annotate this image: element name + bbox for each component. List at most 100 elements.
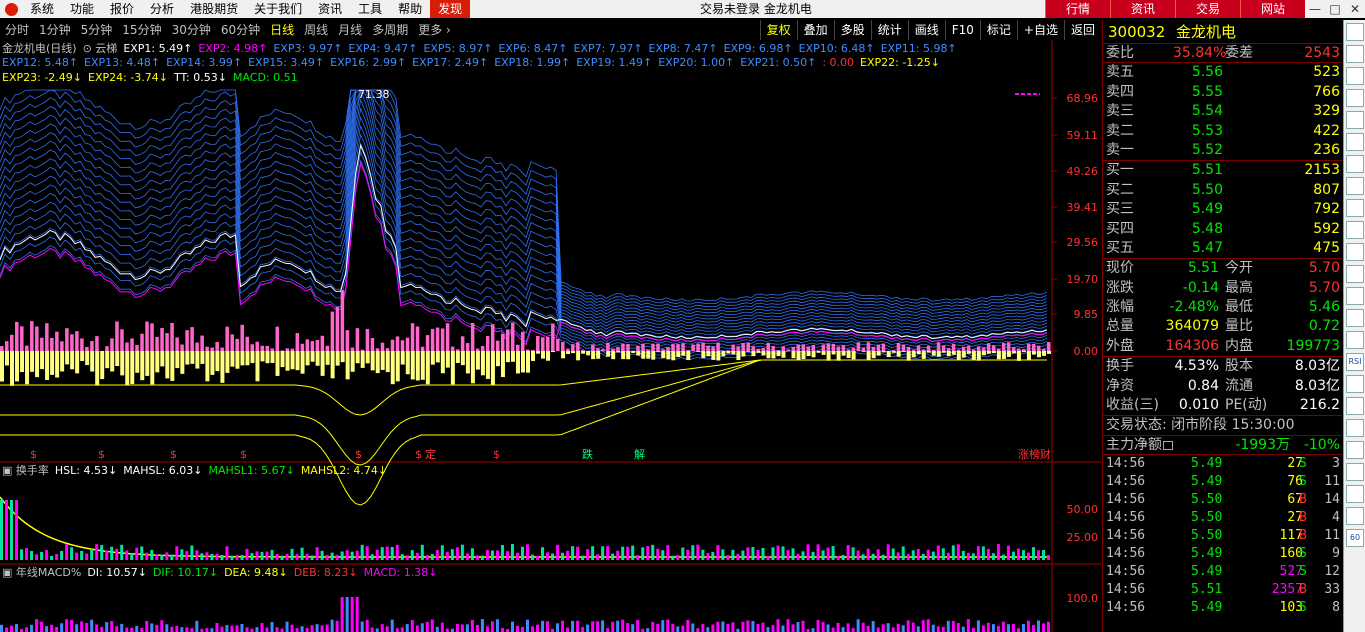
menu-item-1[interactable]: 功能 [62, 0, 102, 18]
indicator-sub-name: ⊙ 云梯 [82, 42, 118, 55]
top-button-0[interactable]: 行情 [1045, 0, 1110, 18]
side-tool-icon-22[interactable] [1346, 507, 1364, 525]
histogram-bar [676, 351, 681, 358]
period-tab-7[interactable]: 周线 [299, 20, 333, 40]
bid-row[interactable]: 买三 5.49 792 [1103, 200, 1342, 219]
side-tool-icon-16[interactable] [1346, 375, 1364, 393]
ask-row[interactable]: 卖五 5.56 523 [1103, 63, 1342, 82]
side-tool-icon-13[interactable] [1346, 309, 1364, 327]
top-button-3[interactable]: 网站 [1240, 0, 1305, 18]
event-marker[interactable]: $ [170, 448, 177, 461]
event-marker[interactable]: 定 [425, 447, 436, 461]
flow-detail-icon[interactable] [1163, 440, 1173, 450]
period-tab-6[interactable]: 日线 [265, 20, 299, 40]
minimize-icon[interactable]: — [1305, 0, 1325, 18]
period-tab-2[interactable]: 5分钟 [76, 20, 118, 40]
side-tool-icon-10[interactable] [1346, 243, 1364, 261]
side-tool-icon-2[interactable] [1346, 67, 1364, 85]
bid-row[interactable]: 买一 5.51 2153 [1103, 161, 1342, 180]
tick-direction: S [1299, 564, 1307, 580]
event-marker[interactable]: $ [98, 448, 105, 461]
main-flow-row[interactable]: 主力净额 -1993万 -10% [1103, 436, 1342, 456]
side-tool-icon-3[interactable] [1346, 89, 1364, 107]
kline-chart-svg[interactable]: 68.96 59.11 49.26 39.41 29.56 19.70 9.85 0.00 50… [0, 40, 1101, 632]
event-marker[interactable]: 涨榜财 [1018, 447, 1051, 461]
side-tool-icon-8[interactable] [1346, 199, 1364, 217]
top-button-1[interactable]: 资讯 [1110, 0, 1175, 18]
side-tool-icon-17[interactable] [1346, 397, 1364, 415]
bid-row[interactable]: 买二 5.50 807 [1103, 181, 1342, 200]
chart-tool-0[interactable]: 复权 [759, 20, 797, 40]
side-tool-icon-12[interactable] [1346, 287, 1364, 305]
side-tool-icon-14[interactable] [1346, 331, 1364, 349]
maximize-icon[interactable]: □ [1325, 0, 1345, 18]
side-tool-icon-18[interactable] [1346, 419, 1364, 437]
side-tool-icon-4[interactable] [1346, 111, 1364, 129]
event-marker[interactable]: $ [30, 448, 37, 461]
menu-item-8[interactable]: 帮助 [390, 0, 430, 18]
side-tool-icon-20[interactable] [1346, 463, 1364, 481]
bid-row[interactable]: 买四 5.48 592 [1103, 220, 1342, 239]
side-tool-icon-15[interactable]: RSI [1346, 353, 1364, 371]
tick-list[interactable]: 14:56 5.49 27 S 3 14:56 5.49 76 S 11 14:56 5.50 67 B 1… [1103, 455, 1342, 617]
macd-bar [385, 626, 389, 632]
side-tool-icon-1[interactable] [1346, 45, 1364, 63]
side-tool-icon-21[interactable] [1346, 485, 1364, 503]
menu-item-0[interactable]: 系统 [22, 0, 62, 18]
event-marker[interactable]: $ [240, 448, 247, 461]
chart-tool-4[interactable]: 画线 [907, 20, 945, 40]
menu-item-4[interactable]: 港股期货 [182, 0, 246, 18]
info-label: 流通 [1225, 377, 1253, 394]
side-tool-icon-23[interactable]: 60 [1346, 529, 1364, 547]
app-logo-icon[interactable] [0, 0, 22, 18]
kline-chart-area[interactable]: 68.96 59.11 49.26 39.41 29.56 19.70 9.85 0.00 50… [0, 40, 1101, 632]
period-tab-10[interactable]: 更多 › [413, 20, 456, 40]
event-marker[interactable]: $ [415, 448, 422, 461]
stat-label: 总量 [1106, 318, 1134, 335]
bid-row[interactable]: 买五 5.47 475 [1103, 239, 1342, 258]
period-tab-8[interactable]: 月线 [333, 20, 367, 40]
period-tab-5[interactable]: 60分钟 [216, 20, 265, 40]
chart-tool-7[interactable]: +自选 [1016, 20, 1064, 40]
side-tool-icon-0[interactable] [1346, 23, 1364, 41]
ask-row[interactable]: 卖四 5.55 766 [1103, 83, 1342, 102]
period-tab-4[interactable]: 30分钟 [167, 20, 216, 40]
chart-tool-8[interactable]: 返回 [1063, 20, 1101, 40]
period-tab-1[interactable]: 1分钟 [34, 20, 76, 40]
side-tool-icon-11[interactable] [1346, 265, 1364, 283]
menu-item-9[interactable]: 发现 [430, 0, 471, 18]
period-tab-3[interactable]: 15分钟 [117, 20, 166, 40]
menu-item-6[interactable]: 资讯 [310, 0, 350, 18]
close-icon[interactable]: ✕ [1345, 0, 1365, 18]
event-marker[interactable]: 解 [634, 447, 645, 461]
histogram-bar [450, 351, 455, 385]
macd-bar [746, 620, 750, 632]
side-tool-icon-6[interactable] [1346, 155, 1364, 173]
menu-item-5[interactable]: 关于我们 [246, 0, 310, 18]
macd-bar [846, 623, 850, 632]
side-tool-icon-19[interactable] [1346, 441, 1364, 459]
chart-tool-6[interactable]: 标记 [979, 20, 1017, 40]
side-tool-icon-9[interactable] [1346, 221, 1364, 239]
macd-bar [931, 624, 935, 632]
ask-row[interactable]: 卖二 5.53 422 [1103, 122, 1342, 141]
chart-tool-5[interactable]: F10 [944, 20, 980, 40]
period-tab-0[interactable]: 分时 [0, 20, 34, 40]
menu-item-3[interactable]: 分析 [142, 0, 182, 18]
menu-item-7[interactable]: 工具 [350, 0, 390, 18]
event-marker[interactable]: $ [493, 448, 500, 461]
chart-tool-3[interactable]: 统计 [870, 20, 908, 40]
top-button-2[interactable]: 交易 [1175, 0, 1240, 18]
ask-row[interactable]: 卖一 5.52 236 [1103, 141, 1342, 160]
event-marker[interactable]: $ [355, 448, 362, 461]
histogram-bar [135, 344, 139, 351]
macd-bar [771, 625, 775, 632]
chart-tool-1[interactable]: 叠加 [796, 20, 834, 40]
menu-item-2[interactable]: 报价 [102, 0, 142, 18]
ask-row[interactable]: 卖三 5.54 329 [1103, 102, 1342, 121]
side-tool-icon-5[interactable] [1346, 133, 1364, 151]
event-marker[interactable]: 跌 [582, 447, 593, 461]
period-tab-9[interactable]: 多周期 [367, 20, 413, 40]
chart-tool-2[interactable]: 多股 [833, 20, 871, 40]
side-tool-icon-7[interactable] [1346, 177, 1364, 195]
